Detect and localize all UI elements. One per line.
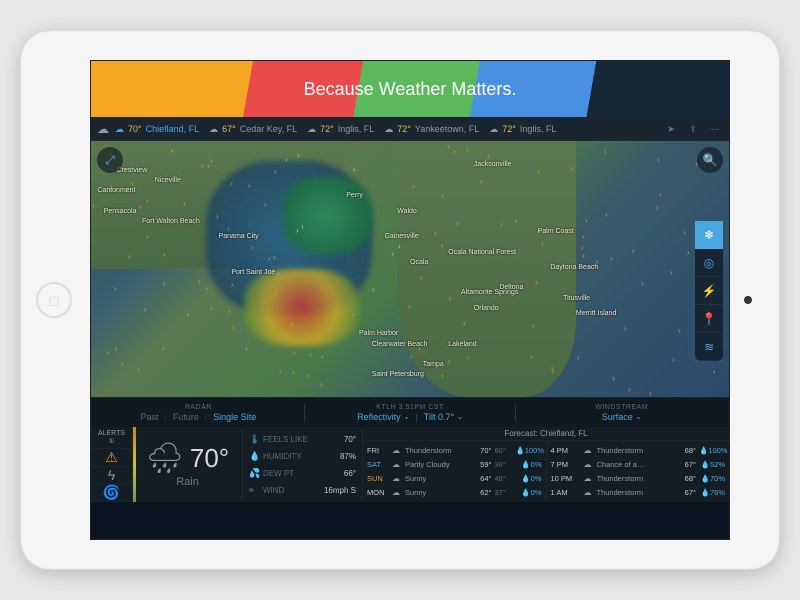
location-bar: ☁ ☁70°Chiefland, FL ☁67°Cedar Key, FL ☁72°…	[91, 117, 729, 141]
banner-text: Because Weather Matters.	[304, 79, 517, 100]
tool-pin-icon[interactable]: 📍	[695, 305, 723, 333]
city-label: Fort Walton Beach	[142, 218, 200, 225]
details-column: 🌡FEELS LIKE70° 💧HUMIDITY87% 💦DEW PT66° ≈WIN…	[243, 427, 363, 502]
hourly-row[interactable]: 10 PM☁Thunderstorm68°💧70%	[551, 474, 726, 483]
hourly-row[interactable]: 4 PM☁Thunderstorm68°💧100%	[551, 446, 726, 455]
camera-dot	[744, 296, 752, 304]
tool-radar-icon[interactable]: ❄	[695, 221, 723, 249]
city-label: Palm Harbor	[359, 330, 398, 337]
current-conditions[interactable]: 🌧 70° Rain	[133, 427, 243, 502]
location-chip[interactable]: ☁70°Chiefland, FL	[115, 124, 199, 135]
hourly-forecast: 4 PM☁Thunderstorm68°💧100% 7 PM☁Chance of …	[547, 441, 730, 502]
forecast-title: Forecast: Chiefland, FL	[363, 427, 729, 441]
city-label: Orlando	[474, 305, 499, 312]
map-expand-icon[interactable]: ⤢	[97, 147, 123, 173]
tool-layers-icon[interactable]: ≋	[695, 333, 723, 361]
radar-map[interactable]: ››››››››››››››››››››››››››››››››››››››››…	[91, 141, 729, 397]
tilt-select[interactable]: Tilt 0.7°⌄	[424, 412, 463, 422]
city-label: Clearwater Beach	[372, 341, 428, 348]
station-section: KTLH 3:51PM CST Reflectivity⌄ | Tilt 0.7…	[313, 404, 508, 422]
city-label: Ocala	[410, 259, 428, 266]
city-label: Jacksonville	[474, 161, 512, 168]
current-temp: 70°	[190, 443, 229, 474]
radar-opt-single-site[interactable]: Single Site	[213, 412, 256, 422]
detail-row: 🌡FEELS LIKE70°	[249, 434, 356, 445]
city-label: Gainesville	[384, 233, 418, 240]
daily-row[interactable]: FRI☁Thunderstorm70°60°💧100%	[367, 446, 542, 455]
city-label: Merritt Island	[576, 310, 616, 317]
city-label: Lakeland	[448, 341, 476, 348]
city-label: Panama City	[219, 233, 259, 240]
city-label: Titusville	[563, 295, 590, 302]
bottom-panel: ALERTS ① ⚠ ϟ 🌀 🌧 70° Rain 🌡FEELS LIKE70°…	[91, 427, 729, 502]
city-label: Saint Petersburg	[372, 371, 424, 378]
reflectivity-select[interactable]: Reflectivity⌄	[357, 412, 409, 422]
more-icon[interactable]: ⋯	[707, 121, 723, 137]
forecast-panel: Forecast: Chiefland, FL FRI☁Thunderstorm…	[363, 427, 729, 502]
tool-lightning-icon[interactable]: ⚡	[695, 277, 723, 305]
map-search-icon[interactable]: 🔍	[697, 147, 723, 173]
radar-opt-past[interactable]: Past	[140, 412, 158, 422]
share-icon[interactable]: ⇪	[685, 121, 701, 137]
tool-sat-icon[interactable]: ◎	[695, 249, 723, 277]
city-label: Waldo	[397, 208, 417, 215]
location-chip[interactable]: ☁72°Inglis, FL	[489, 124, 556, 135]
rain-icon: 🌧	[146, 441, 184, 476]
location-chip[interactable]: ☁72°Yankeetown, FL	[384, 124, 479, 135]
hourly-row[interactable]: 7 PM☁Chance of a…67°💧52%	[551, 460, 726, 469]
detail-row: 💧HUMIDITY87%	[249, 451, 356, 462]
city-label: Altamonte Springs	[461, 289, 518, 296]
detail-row: 💦DEW PT66°	[249, 468, 356, 479]
ad-banner[interactable]: Because Weather Matters.	[91, 61, 729, 117]
weather-icon: ☁	[97, 122, 109, 136]
ipad-frame: ◻ Because Weather Matters. ☁ ☁70°Chiefla…	[20, 30, 780, 570]
city-label: Pensacola	[104, 208, 137, 215]
city-label: Cantonment	[97, 187, 135, 194]
location-chip[interactable]: ☁72°Inglis, FL	[307, 124, 374, 135]
wind-level-select[interactable]: Surface⌄	[602, 412, 642, 422]
current-cond: Rain	[176, 476, 199, 488]
alert-storm-icon[interactable]: 🌀	[91, 484, 132, 502]
city-label: Niceville	[155, 177, 181, 184]
locate-icon[interactable]: ➤	[663, 121, 679, 137]
city-label: Perry	[346, 192, 363, 199]
city-label: Tampa	[423, 361, 444, 368]
home-button[interactable]: ◻	[36, 282, 72, 318]
alert-warning-icon[interactable]: ⚠	[91, 449, 132, 467]
detail-row: ≈WIND16mph S	[249, 485, 356, 495]
alert-lightning-icon[interactable]: ϟ	[91, 467, 132, 484]
radar-section: RADAR Past|Future|Single Site	[101, 404, 296, 422]
radar-opt-future[interactable]: Future	[173, 412, 199, 422]
location-chip[interactable]: ☁67°Cedar Key, FL	[209, 124, 297, 135]
city-label: Crestview	[117, 167, 148, 174]
city-label: Daytona Beach	[550, 264, 598, 271]
daily-row[interactable]: MON☁Sunny62°37°💧0%	[367, 488, 542, 497]
daily-row[interactable]: SAT☁Partly Cloudy59°36°💧0%	[367, 460, 542, 469]
wind-section: WINDSTREAM Surface⌄	[524, 404, 719, 422]
alerts-column: ALERTS ① ⚠ ϟ 🌀	[91, 427, 133, 502]
hourly-row[interactable]: 1 AM☁Thunderstorm67°💧76%	[551, 488, 726, 497]
daily-row[interactable]: SUN☁Sunny64°48°💧0%	[367, 474, 542, 483]
city-label: Ocala National Forest	[448, 249, 516, 256]
map-controls: RADAR Past|Future|Single Site KTLH 3:51P…	[91, 397, 729, 427]
city-label: Port Saint Joe	[231, 269, 275, 276]
alerts-label: ALERTS ①	[91, 427, 132, 449]
daily-forecast: FRI☁Thunderstorm70°60°💧100% SAT☁Partly Cl…	[363, 441, 547, 502]
app-screen: Because Weather Matters. ☁ ☁70°Chiefland…	[90, 60, 730, 540]
map-tools: ❄ ◎ ⚡ 📍 ≋	[695, 221, 723, 361]
city-label: Palm Coast	[538, 228, 574, 235]
